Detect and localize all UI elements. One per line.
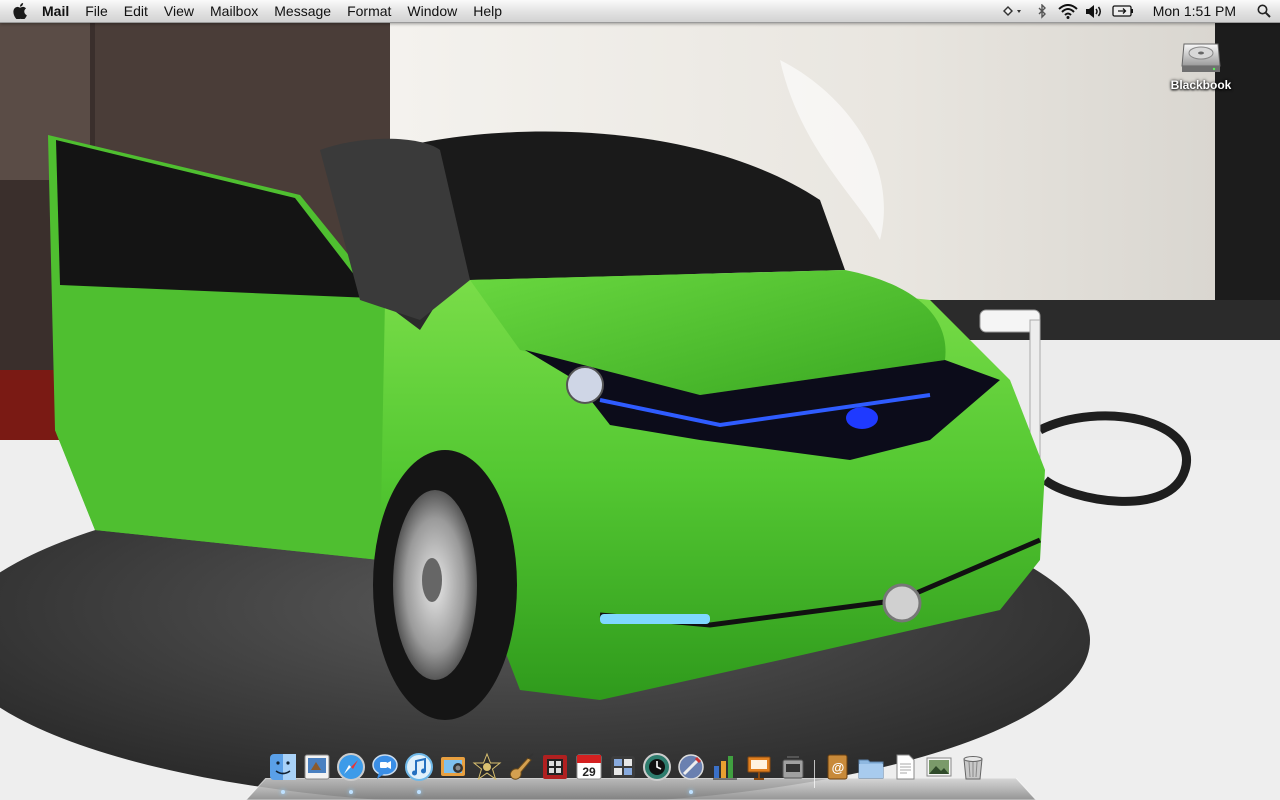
running-indicator bbox=[689, 790, 693, 794]
ichat-icon bbox=[372, 754, 398, 779]
document-icon bbox=[896, 754, 915, 780]
menu-help[interactable]: Help bbox=[465, 0, 510, 22]
menu-bar: Mail File Edit View Mailbox Message Form… bbox=[0, 0, 1280, 23]
ical-icon: 29 bbox=[576, 754, 602, 780]
dock-address-book[interactable]: @ bbox=[820, 752, 854, 788]
time-machine-icon[interactable] bbox=[995, 0, 1029, 22]
hard-drive-icon bbox=[1181, 43, 1221, 72]
dock-photos-stack[interactable] bbox=[922, 752, 956, 788]
running-indicator bbox=[281, 790, 285, 794]
dock-safari[interactable] bbox=[334, 752, 368, 794]
bluetooth-icon[interactable] bbox=[1029, 0, 1055, 22]
dock-ichat[interactable] bbox=[368, 752, 402, 788]
iphoto-icon bbox=[441, 757, 465, 776]
dock-presentation[interactable] bbox=[742, 752, 776, 788]
apple-logo-icon bbox=[13, 3, 27, 19]
dock-document[interactable] bbox=[888, 752, 922, 788]
keynote-icon bbox=[713, 756, 737, 780]
menu-edit[interactable]: Edit bbox=[116, 0, 156, 22]
dock-iphoto[interactable] bbox=[436, 752, 470, 788]
dock: 29 @ bbox=[266, 752, 1026, 794]
photo-booth-icon bbox=[543, 755, 567, 779]
drive-label: Blackbook bbox=[1170, 78, 1232, 92]
script-editor-icon bbox=[678, 754, 704, 780]
photos-stack-icon bbox=[926, 757, 952, 777]
volume-icon[interactable] bbox=[1081, 0, 1107, 22]
garageband-icon bbox=[509, 753, 534, 780]
spotlight-search-icon[interactable] bbox=[1248, 0, 1280, 22]
dock-script-editor[interactable] bbox=[674, 752, 708, 794]
running-indicator bbox=[349, 790, 353, 794]
dock-photo-booth[interactable] bbox=[538, 752, 572, 788]
dock-finder[interactable] bbox=[266, 752, 300, 794]
menu-format[interactable]: Format bbox=[339, 0, 399, 22]
svg-text:@: @ bbox=[832, 760, 845, 775]
running-indicator bbox=[417, 790, 421, 794]
address-book-icon: @ bbox=[827, 754, 848, 780]
menu-clock[interactable]: Mon 1:51 PM bbox=[1139, 3, 1248, 19]
safari-icon bbox=[337, 753, 365, 781]
itunes-icon bbox=[405, 753, 433, 781]
app-menu-mail[interactable]: Mail bbox=[40, 0, 77, 22]
time-machine-dock-icon bbox=[643, 753, 671, 781]
dock-divider[interactable] bbox=[810, 752, 820, 788]
wallpaper-image bbox=[0, 0, 1280, 800]
utility-icon bbox=[782, 756, 804, 779]
preview-icon bbox=[304, 754, 330, 780]
menu-view[interactable]: View bbox=[156, 0, 202, 22]
battery-icon[interactable] bbox=[1107, 0, 1139, 22]
dock-dashboard[interactable] bbox=[606, 752, 640, 788]
menu-message[interactable]: Message bbox=[266, 0, 339, 22]
dock-garageband[interactable] bbox=[504, 752, 538, 788]
wifi-icon[interactable] bbox=[1055, 0, 1081, 22]
dock-itunes[interactable] bbox=[402, 752, 436, 794]
ical-date: 29 bbox=[582, 765, 596, 779]
finder-icon bbox=[270, 754, 296, 780]
menu-window[interactable]: Window bbox=[399, 0, 465, 22]
dock-preview[interactable] bbox=[300, 752, 334, 788]
imovie-icon bbox=[472, 752, 502, 781]
desktop[interactable] bbox=[0, 0, 1280, 800]
dock-system-utility[interactable] bbox=[776, 752, 810, 788]
menu-extras: Mon 1:51 PM bbox=[995, 0, 1280, 22]
dock-time-machine[interactable] bbox=[640, 752, 674, 788]
presentation-icon bbox=[747, 756, 771, 780]
dashboard-icon bbox=[611, 756, 635, 778]
folder-icon bbox=[858, 759, 884, 779]
trash-icon bbox=[963, 756, 983, 780]
menu-file[interactable]: File bbox=[77, 0, 116, 22]
dock-trash[interactable] bbox=[956, 752, 990, 788]
dock-imovie[interactable] bbox=[470, 752, 504, 788]
dock-ical[interactable]: 29 bbox=[572, 752, 606, 788]
apple-menu[interactable] bbox=[0, 0, 40, 22]
dock-keynote[interactable] bbox=[708, 752, 742, 788]
dock-documents-folder[interactable] bbox=[854, 752, 888, 788]
menu-mailbox[interactable]: Mailbox bbox=[202, 0, 266, 22]
desktop-drive-blackbook[interactable]: Blackbook bbox=[1162, 30, 1240, 92]
